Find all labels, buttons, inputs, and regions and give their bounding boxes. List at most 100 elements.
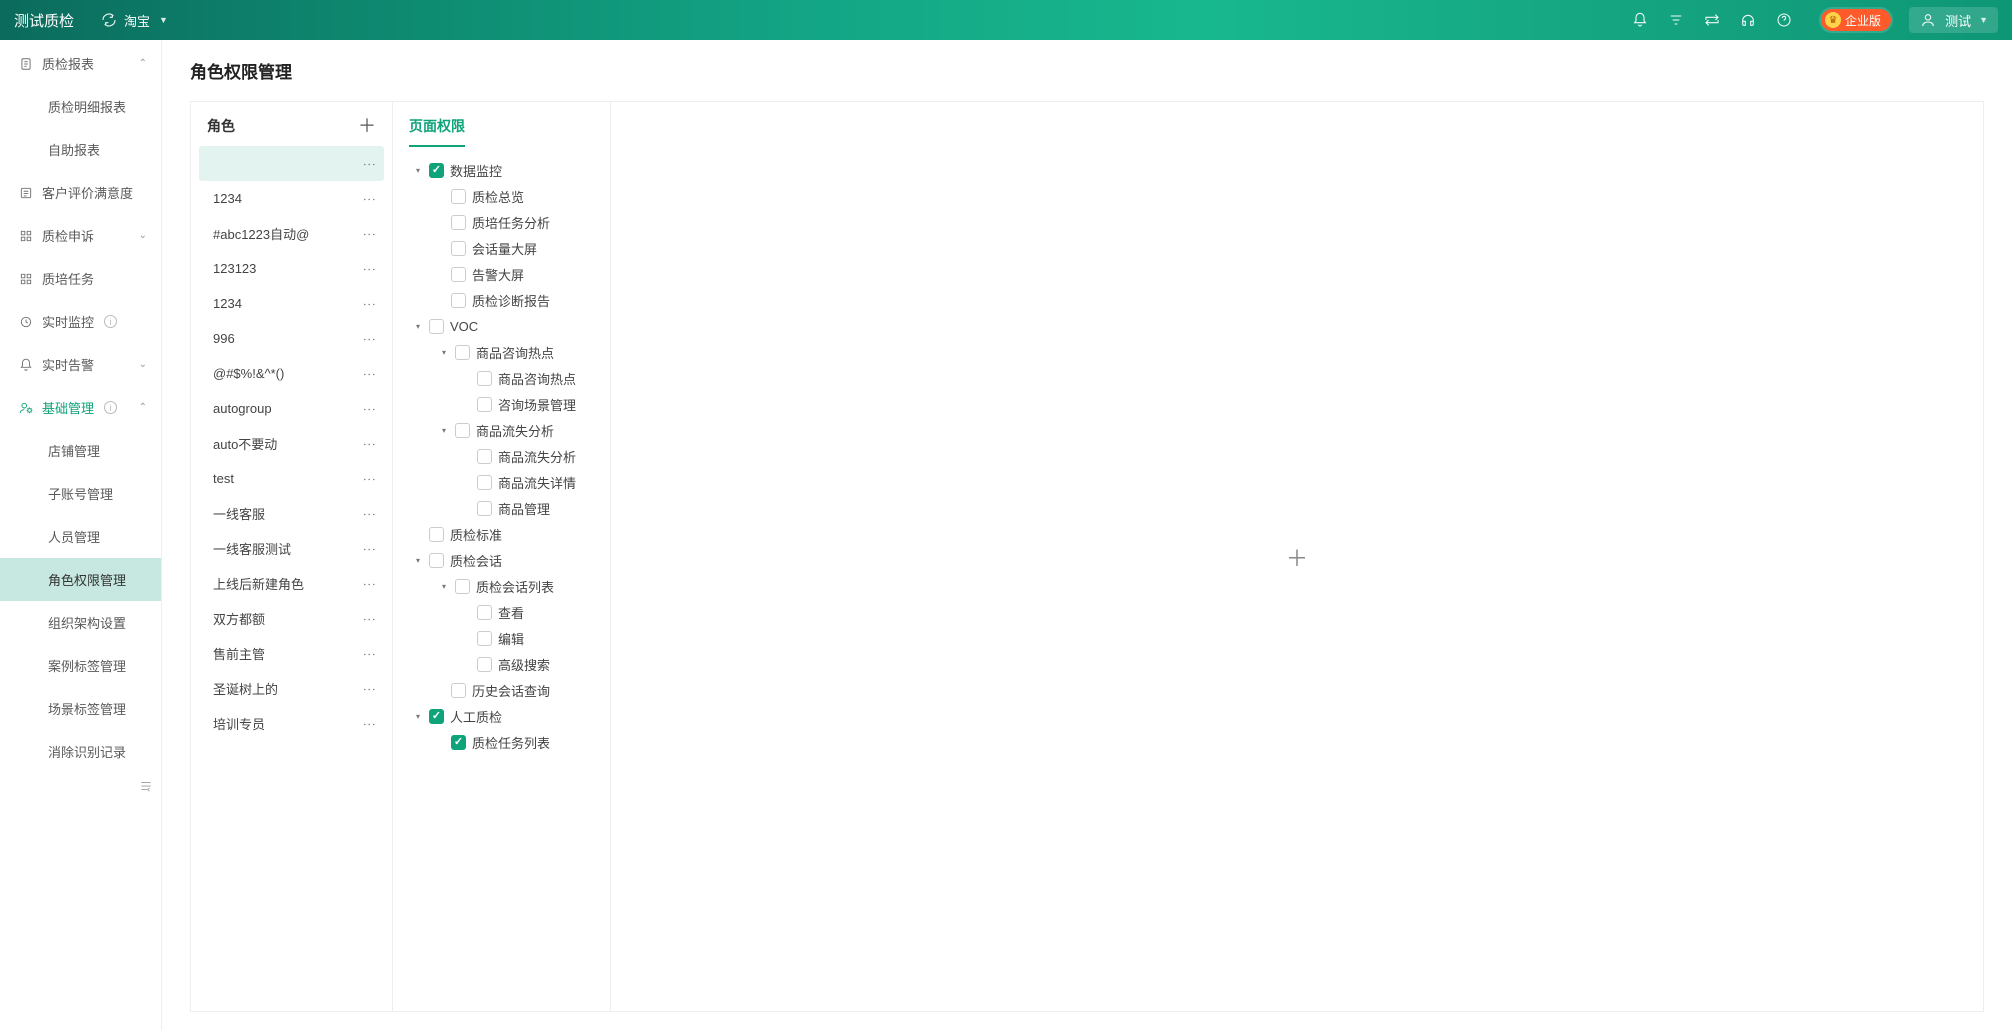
checkbox[interactable] [477,657,492,672]
role-more-icon[interactable]: ⋮ [363,613,376,625]
role-more-icon[interactable]: ⋮ [363,158,376,170]
checkbox[interactable] [429,319,444,334]
tree-node[interactable]: ▾数据监控 [401,157,602,183]
role-item[interactable]: 圣诞树上的⋮ [199,671,384,706]
add-detail-button[interactable]: ＋ [1286,541,1308,573]
role-more-icon[interactable]: ⋮ [363,648,376,660]
role-more-icon[interactable]: ⋮ [363,683,376,695]
role-more-icon[interactable]: ⋮ [363,543,376,555]
header-shop-dropdown[interactable]: 淘宝 ▼ [100,11,168,30]
caret-icon[interactable]: ▾ [413,166,423,175]
caret-icon[interactable]: ▾ [439,426,449,435]
role-more-icon[interactable]: ⋮ [363,193,376,205]
checkbox[interactable] [477,371,492,386]
tree-node[interactable]: ▾质检标准 [401,521,602,547]
tree-node[interactable]: ▾查看 [401,599,602,625]
permission-tree[interactable]: ▾数据监控▾质检总览▾质培任务分析▾会话量大屏▾告警大屏▾质检诊断报告▾VOC▾… [393,147,610,1011]
role-item[interactable]: ⋮ [199,146,384,181]
sidebar-item[interactable]: 基础管理i⌃ [0,386,161,429]
sidebar-item[interactable]: 客户评价满意度 [0,171,161,214]
checkbox[interactable] [477,397,492,412]
role-item[interactable]: 上线后新建角色⋮ [199,566,384,601]
caret-icon[interactable]: ▾ [413,322,423,331]
tree-node[interactable]: ▾质检诊断报告 [401,287,602,313]
sidebar-item[interactable]: 实时告警⌄ [0,343,161,386]
tree-node[interactable]: ▾商品咨询热点 [401,339,602,365]
checkbox[interactable] [477,449,492,464]
user-menu[interactable]: 测试 ▼ [1909,7,1998,33]
checkbox[interactable] [477,605,492,620]
checkbox[interactable] [477,475,492,490]
sidebar-item[interactable]: 质检申诉⌄ [0,214,161,257]
role-more-icon[interactable]: ⋮ [363,403,376,415]
sidebar-subitem[interactable]: 人员管理 [0,515,161,558]
role-more-icon[interactable]: ⋮ [363,368,376,380]
sidebar-subitem[interactable]: 消除识别记录 [0,730,161,773]
tab-page-permission[interactable]: 页面权限 [409,116,465,147]
tree-node[interactable]: ▾编辑 [401,625,602,651]
role-more-icon[interactable]: ⋮ [363,473,376,485]
add-role-button[interactable]: ＋ [358,117,376,135]
role-item[interactable]: 1234⋮ [199,286,384,321]
role-item[interactable]: 996⋮ [199,321,384,356]
tree-node[interactable]: ▾高级搜索 [401,651,602,677]
tree-node[interactable]: ▾质检会话列表 [401,573,602,599]
sidebar-subitem[interactable]: 店铺管理 [0,429,161,472]
checkbox[interactable] [451,293,466,308]
tree-node[interactable]: ▾商品流失详情 [401,469,602,495]
role-item[interactable]: 一线客服测试⋮ [199,531,384,566]
sidebar-subitem[interactable]: 质检明细报表 [0,85,161,128]
checkbox[interactable] [429,163,444,178]
tree-node[interactable]: ▾商品流失分析 [401,443,602,469]
role-more-icon[interactable]: ⋮ [363,508,376,520]
caret-icon[interactable]: ▾ [439,348,449,357]
checkbox[interactable] [429,709,444,724]
caret-icon[interactable]: ▾ [413,556,423,565]
role-item[interactable]: autogroup⋮ [199,391,384,426]
role-item[interactable]: auto不要动⋮ [199,426,384,461]
filter-icon[interactable] [1667,11,1685,29]
tree-node[interactable]: ▾质检总览 [401,183,602,209]
role-item[interactable]: 1234⋮ [199,181,384,216]
role-item[interactable]: 售前主管⋮ [199,636,384,671]
sidebar-collapse-button[interactable] [0,773,161,799]
checkbox[interactable] [455,345,470,360]
role-more-icon[interactable]: ⋮ [363,263,376,275]
tree-node[interactable]: ▾咨询场景管理 [401,391,602,417]
sidebar-subitem[interactable]: 子账号管理 [0,472,161,515]
role-more-icon[interactable]: ⋮ [363,578,376,590]
checkbox[interactable] [451,267,466,282]
role-item[interactable]: 培训专员⋮ [199,706,384,741]
loop-icon[interactable] [1703,11,1721,29]
caret-icon[interactable]: ▾ [439,582,449,591]
role-item[interactable]: 一线客服⋮ [199,496,384,531]
roles-list[interactable]: ⋮1234⋮#abc1223自动@⋮123123⋮1234⋮996⋮@#$%!&… [191,146,392,1011]
checkbox[interactable] [477,631,492,646]
checkbox[interactable] [429,553,444,568]
tree-node[interactable]: ▾质培任务分析 [401,209,602,235]
tree-node[interactable]: ▾告警大屏 [401,261,602,287]
bell-icon[interactable] [1631,11,1649,29]
sidebar-subitem[interactable]: 角色权限管理 [0,558,161,601]
plan-badge[interactable]: ♛ 企业版 [1821,9,1891,31]
role-item[interactable]: #abc1223自动@⋮ [199,216,384,251]
role-more-icon[interactable]: ⋮ [363,298,376,310]
tree-node[interactable]: ▾人工质检 [401,703,602,729]
role-item[interactable]: 双方都额⋮ [199,601,384,636]
checkbox[interactable] [455,579,470,594]
sidebar-subitem[interactable]: 案例标签管理 [0,644,161,687]
sidebar-subitem[interactable]: 自助报表 [0,128,161,171]
checkbox[interactable] [451,215,466,230]
checkbox[interactable] [451,189,466,204]
sidebar-subitem[interactable]: 组织架构设置 [0,601,161,644]
tree-node[interactable]: ▾质检会话 [401,547,602,573]
sidebar-subitem[interactable]: 场景标签管理 [0,687,161,730]
headset-icon[interactable] [1739,11,1757,29]
tree-node[interactable]: ▾历史会话查询 [401,677,602,703]
checkbox[interactable] [451,735,466,750]
tree-node[interactable]: ▾会话量大屏 [401,235,602,261]
sidebar-item[interactable]: 质检报表⌃ [0,42,161,85]
checkbox[interactable] [451,241,466,256]
tree-node[interactable]: ▾VOC [401,313,602,339]
role-item[interactable]: 123123⋮ [199,251,384,286]
